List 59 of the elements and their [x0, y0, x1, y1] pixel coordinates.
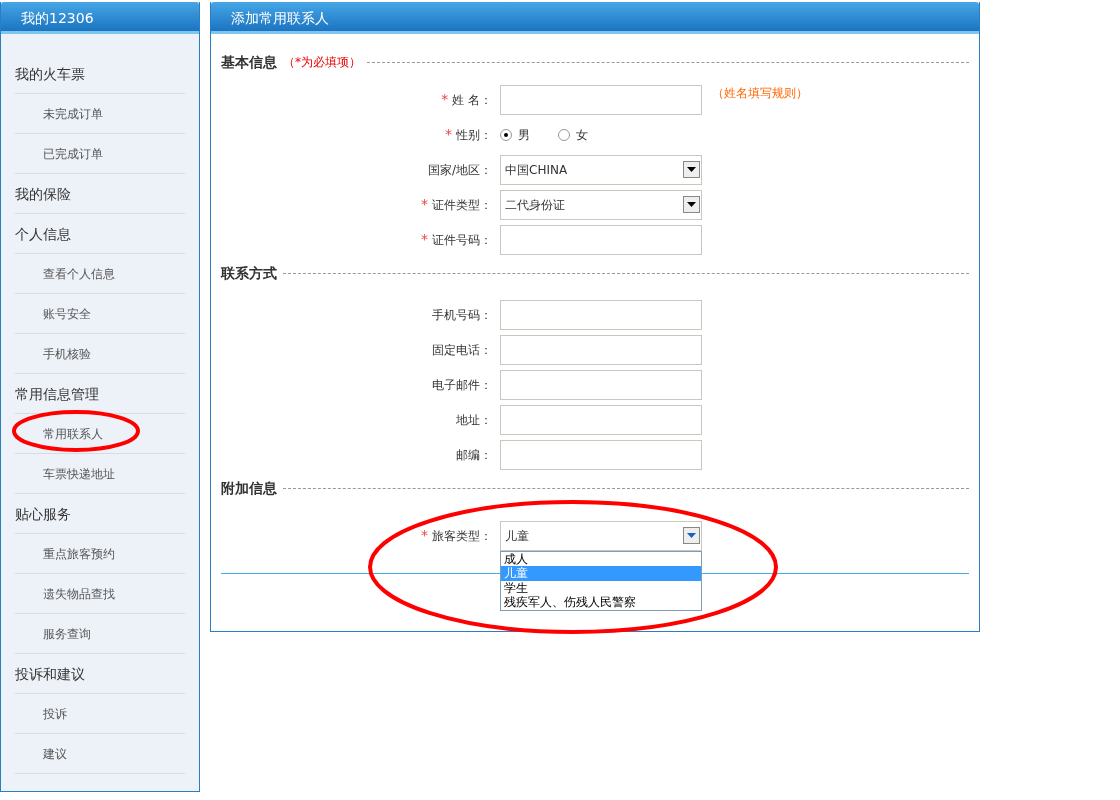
sidebar-item[interactable]: 遗失物品查找	[15, 574, 185, 614]
radio-button[interactable]	[500, 128, 512, 141]
sidebar-group[interactable]: 常用信息管理	[15, 374, 185, 414]
sidebar-item[interactable]: 手机核验	[15, 334, 185, 374]
field-label: 姓 名：	[452, 91, 492, 109]
required-mark: *	[421, 195, 428, 214]
section-title: 联系方式	[221, 263, 277, 283]
required-note: （*为必填项）	[283, 54, 361, 71]
field-label: 固定电话：	[432, 341, 492, 359]
dropdown-option[interactable]: 残疾军人、伤残人民警察	[501, 595, 701, 610]
radio-button[interactable]	[558, 128, 570, 141]
sidebar-item[interactable]: 常用联系人	[15, 414, 185, 454]
field-label: 手机号码：	[432, 306, 492, 324]
input-field[interactable]	[500, 334, 702, 365]
input-field[interactable]	[500, 299, 702, 330]
radio-label: 男	[518, 126, 530, 144]
dropdown-option[interactable]: 学生	[501, 580, 701, 595]
radio-label: 女	[576, 126, 588, 144]
field-label: 邮编：	[456, 446, 492, 464]
field-label: 地址：	[456, 411, 492, 429]
field-label: 性别：	[456, 126, 492, 144]
select-value: 中国CHINA	[505, 161, 568, 179]
section-title: 附加信息	[221, 478, 277, 498]
input-field[interactable]	[500, 369, 702, 400]
sidebar-item[interactable]: 车票快递地址	[15, 454, 185, 494]
select-value: 儿童	[505, 527, 529, 545]
required-mark: *	[441, 90, 449, 109]
input-field[interactable]	[500, 439, 702, 470]
field-label: 证件号码：	[432, 231, 492, 249]
sidebar-item[interactable]: 建议	[15, 734, 185, 774]
field-label: 旅客类型：	[432, 527, 492, 545]
required-mark: *	[421, 230, 428, 249]
dropdown-option[interactable]: 成人	[501, 551, 701, 566]
sidebar-item[interactable]: 已完成订单	[15, 134, 185, 174]
sidebar-group[interactable]: 贴心服务	[15, 494, 185, 534]
required-mark: *	[421, 526, 428, 545]
sidebar-item[interactable]: 未完成订单	[15, 94, 185, 134]
input-field[interactable]	[500, 224, 702, 255]
sidebar-title: 我的12306	[1, 2, 199, 34]
field-label: 电子邮件：	[432, 376, 492, 394]
sidebar-item[interactable]: 投诉	[15, 694, 185, 734]
input-field[interactable]	[500, 84, 702, 115]
section-title: 基本信息	[221, 52, 277, 72]
input-field[interactable]	[500, 404, 702, 435]
sidebar-group[interactable]: 投诉和建议	[15, 654, 185, 694]
select-field[interactable]: 二代身份证	[500, 189, 702, 220]
sidebar-item[interactable]: 服务查询	[15, 614, 185, 654]
panel-title: 添加常用联系人	[211, 2, 979, 34]
sidebar-group[interactable]: 个人信息	[15, 214, 185, 254]
sidebar-group[interactable]: 我的火车票	[15, 54, 185, 94]
field-label: 证件类型：	[432, 196, 492, 214]
field-label: 国家/地区：	[427, 161, 492, 179]
sidebar-item[interactable]: 查看个人信息	[15, 254, 185, 294]
sidebar-item[interactable]: 重点旅客预约	[15, 534, 185, 574]
select-value: 二代身份证	[505, 196, 565, 214]
required-mark: *	[445, 125, 452, 144]
sidebar-item[interactable]: 账号安全	[15, 294, 185, 334]
select-field[interactable]: 中国CHINA	[500, 154, 702, 185]
sidebar-group[interactable]: 我的保险	[15, 174, 185, 214]
